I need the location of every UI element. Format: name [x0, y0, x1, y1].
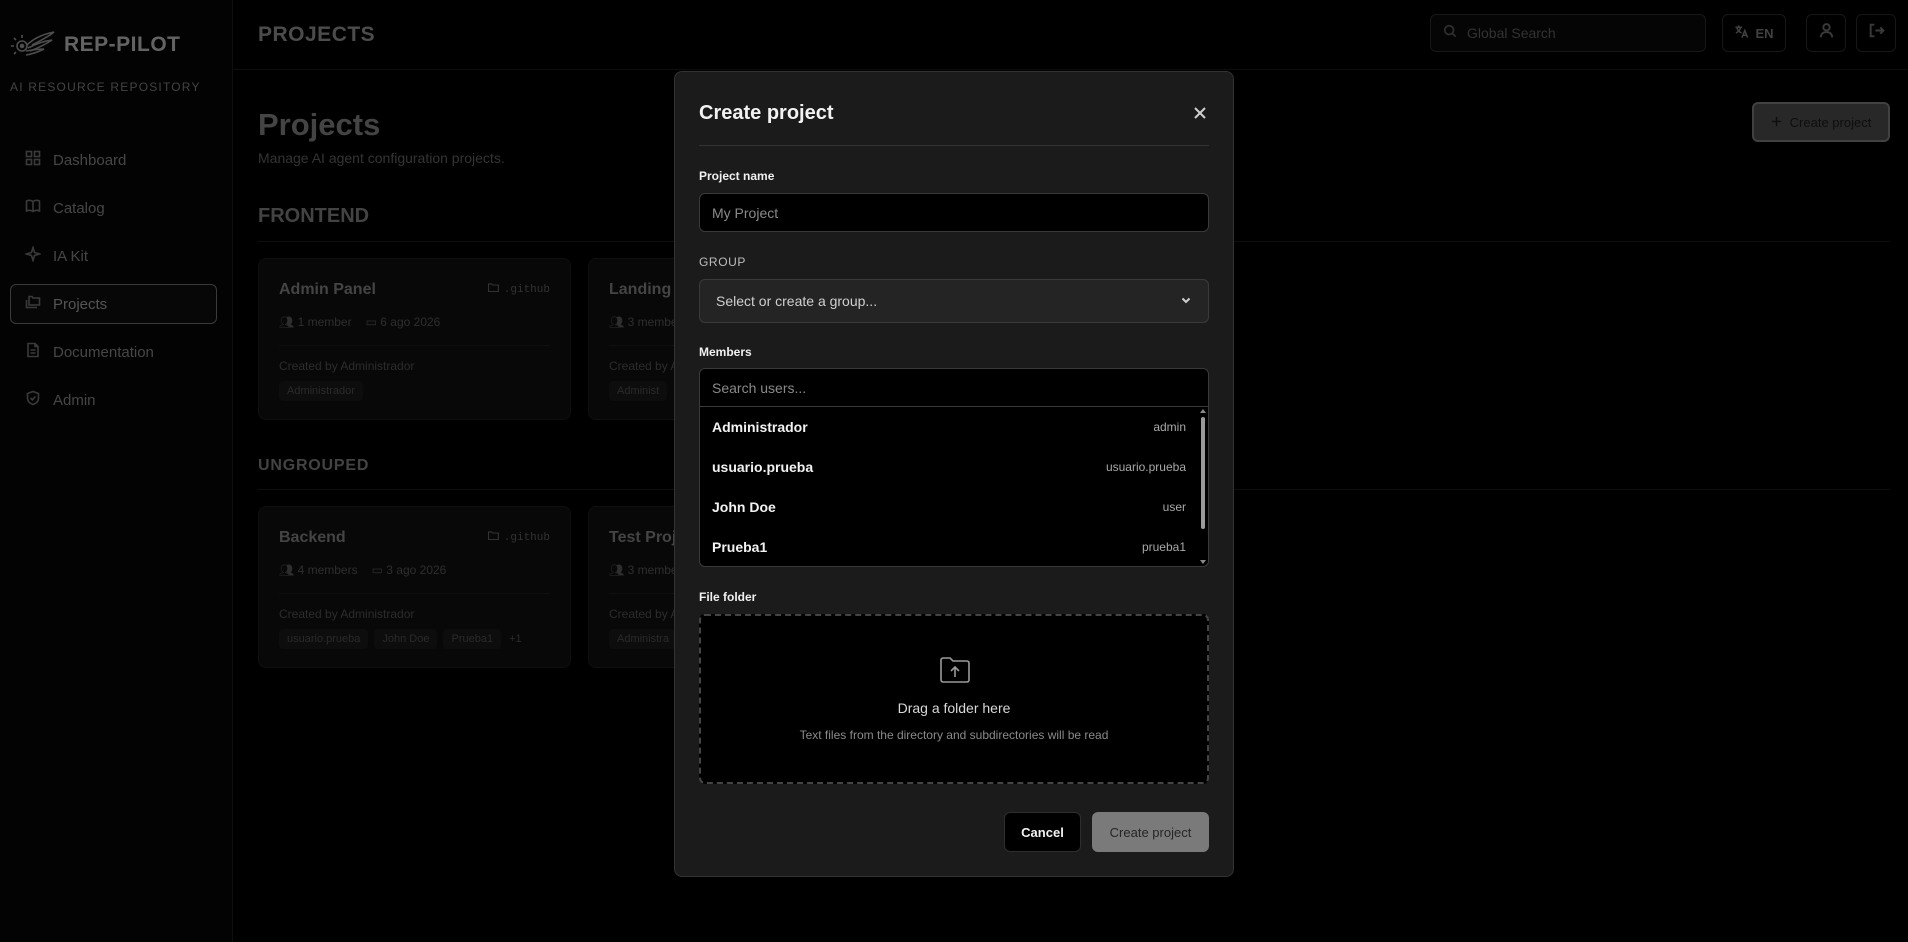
user-option[interactable]: John Doe user: [700, 487, 1208, 527]
close-button[interactable]: [1191, 104, 1209, 122]
dropzone-hint: Text files from the directory and subdir…: [799, 728, 1109, 742]
create-project-submit-button[interactable]: Create project: [1092, 812, 1209, 852]
close-icon: [1191, 107, 1209, 126]
group-select[interactable]: Select or create a group...: [699, 279, 1209, 323]
user-option-username: user: [1162, 500, 1186, 514]
user-option-name: Prueba1: [712, 539, 768, 555]
group-select-value: Select or create a group...: [716, 293, 878, 309]
user-option-username: usuario.prueba: [1105, 460, 1186, 474]
user-option-username: prueba1: [1141, 540, 1186, 554]
chevron-down-icon: [1180, 293, 1192, 309]
create-project-dialog: Create project Project name GROUP Select…: [674, 71, 1234, 877]
dialog-divider: [699, 145, 1209, 146]
user-option-name: John Doe: [712, 499, 776, 515]
scroll-down-arrow[interactable]: [1200, 560, 1206, 564]
folder-dropzone[interactable]: Drag a folder here Text files from the d…: [699, 614, 1209, 784]
project-name-input[interactable]: [699, 193, 1209, 232]
user-option[interactable]: usuario.prueba usuario.prueba: [700, 447, 1208, 487]
user-option-username: admin: [1153, 420, 1186, 434]
user-option-name: usuario.prueba: [712, 459, 814, 475]
members-dropdown: Administrador admin usuario.prueba usuar…: [699, 407, 1209, 567]
scroll-up-arrow[interactable]: [1200, 409, 1206, 413]
user-option-name: Administrador: [712, 419, 808, 435]
folder-upload-icon: [939, 656, 971, 684]
user-option[interactable]: Administrador admin: [700, 407, 1208, 447]
user-option[interactable]: Prueba1 prueba1: [700, 527, 1208, 566]
members-search-input[interactable]: [699, 368, 1209, 407]
cancel-button[interactable]: Cancel: [1004, 812, 1081, 852]
dialog-title: Create project: [699, 102, 834, 124]
dropdown-scrollbar[interactable]: [1201, 417, 1205, 529]
dropzone-title: Drag a folder here: [897, 700, 1011, 716]
group-label: GROUP: [699, 255, 747, 269]
members-label: Members: [699, 345, 752, 359]
file-folder-label: File folder: [699, 590, 757, 604]
project-name-label: Project name: [699, 169, 775, 183]
